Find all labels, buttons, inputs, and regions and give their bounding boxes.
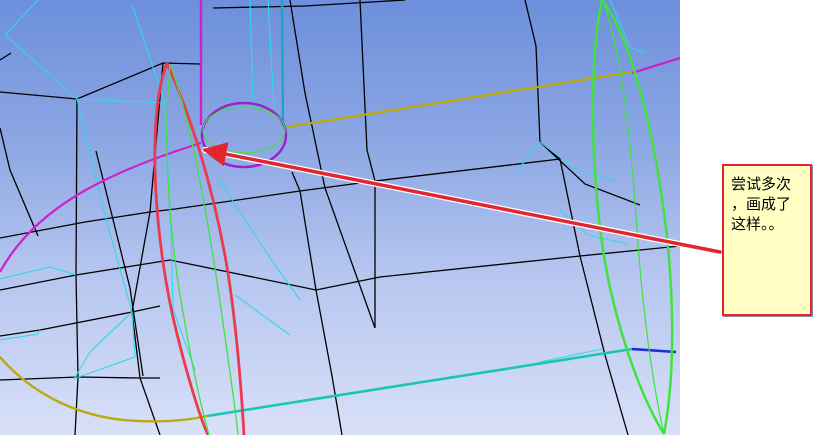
mesh-line [0, 245, 680, 291]
graphics-viewport[interactable] [0, 0, 680, 435]
magenta-upper-right-edge [631, 56, 680, 75]
cyan-mesh-line [267, 0, 275, 109]
mesh-line [0, 127, 39, 237]
cyan-mesh-line [131, 4, 196, 371]
cyan-mesh-line [4, 0, 166, 104]
mesh-line [212, 0, 406, 9]
cad-curves [0, 0, 680, 435]
cyan-mesh-line [539, 141, 617, 182]
purple-circle-curve [200, 101, 288, 169]
screenshot: 尝试多次 ，画成了 这样。。 [0, 0, 832, 435]
blue-lower-edge [631, 347, 677, 354]
green-circle-edge [202, 106, 286, 154]
cyan-mesh-line [559, 209, 629, 245]
teal-lower-edge [206, 347, 633, 418]
geometry-scene [0, 0, 680, 435]
mesh-line [0, 52, 12, 61]
green-ellipse-curve [601, 0, 674, 435]
mesh-lines [0, 0, 680, 435]
green-ellipse-curve [591, 0, 666, 435]
mesh-line [524, 0, 629, 435]
magenta-arc-curve [0, 141, 202, 273]
olive-upper-edge [286, 70, 633, 129]
mesh-line [0, 158, 561, 239]
blue-vertical-edge [280, 0, 285, 127]
cyan-mesh-line [234, 294, 291, 336]
annotation-note: 尝试多次 ，画成了 这样。。 [722, 164, 812, 316]
cyan-mesh-line [515, 141, 541, 173]
cyan-mesh-line [75, 98, 136, 379]
mesh-line [74, 98, 79, 435]
cyan-mesh-line [218, 179, 301, 301]
olive-lower-arc [0, 356, 208, 423]
cyan-mesh-line [249, 0, 254, 109]
mesh-line [131, 62, 164, 435]
red-arc-curve [165, 62, 246, 435]
